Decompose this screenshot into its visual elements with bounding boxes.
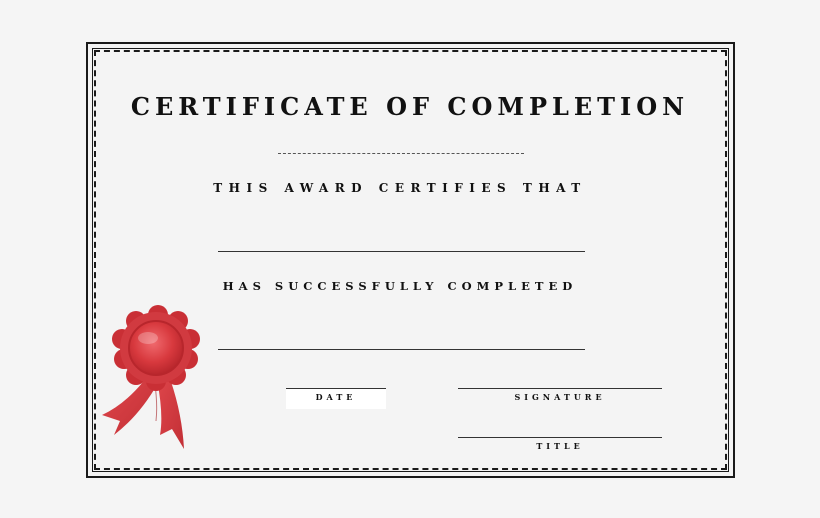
signature-line — [458, 388, 662, 389]
title-field-label: TITLE — [536, 441, 584, 451]
recipient-name-line — [218, 251, 585, 252]
award-ribbon-icon — [102, 305, 200, 449]
title-line — [458, 437, 662, 438]
certificate-title: CERTIFICATE OF COMPLETION — [130, 92, 690, 121]
signature-label: SIGNATURE — [514, 392, 606, 402]
course-name-line — [218, 349, 585, 350]
title-divider — [278, 153, 524, 154]
date-label: DATE — [315, 392, 357, 402]
completed-text: HAS SUCCESSFULLY COMPLETED — [222, 279, 578, 293]
certifies-text: THIS AWARD CERTIFIES THAT — [213, 181, 587, 195]
